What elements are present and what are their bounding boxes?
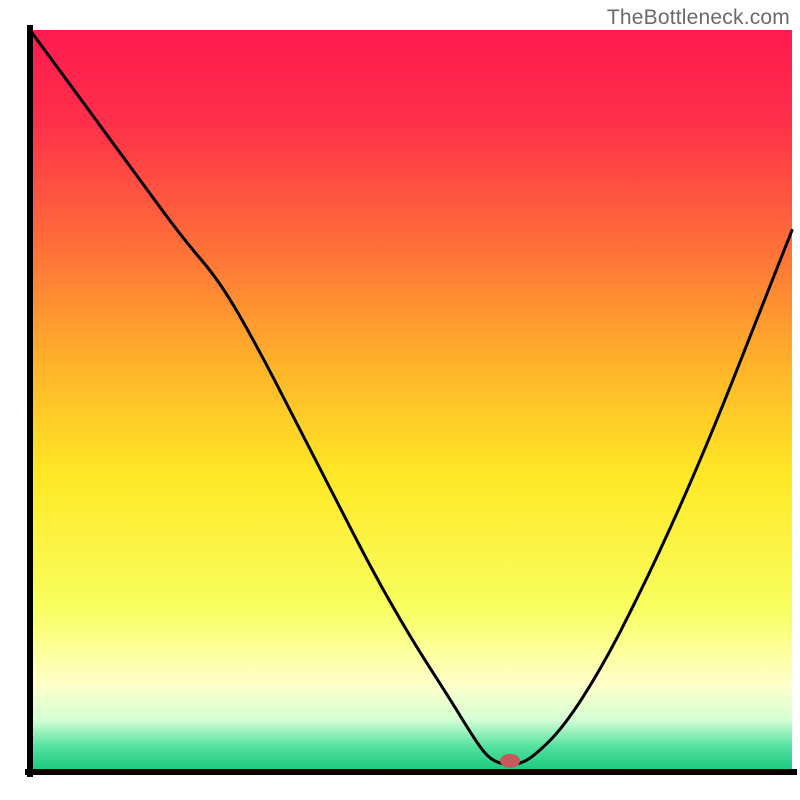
watermark-label: TheBottleneck.com: [607, 6, 790, 30]
chart-frame: TheBottleneck.com: [0, 0, 800, 800]
gradient-background: [30, 30, 792, 772]
bottleneck-plot: [0, 0, 800, 800]
optimal-point-marker: [500, 754, 520, 768]
